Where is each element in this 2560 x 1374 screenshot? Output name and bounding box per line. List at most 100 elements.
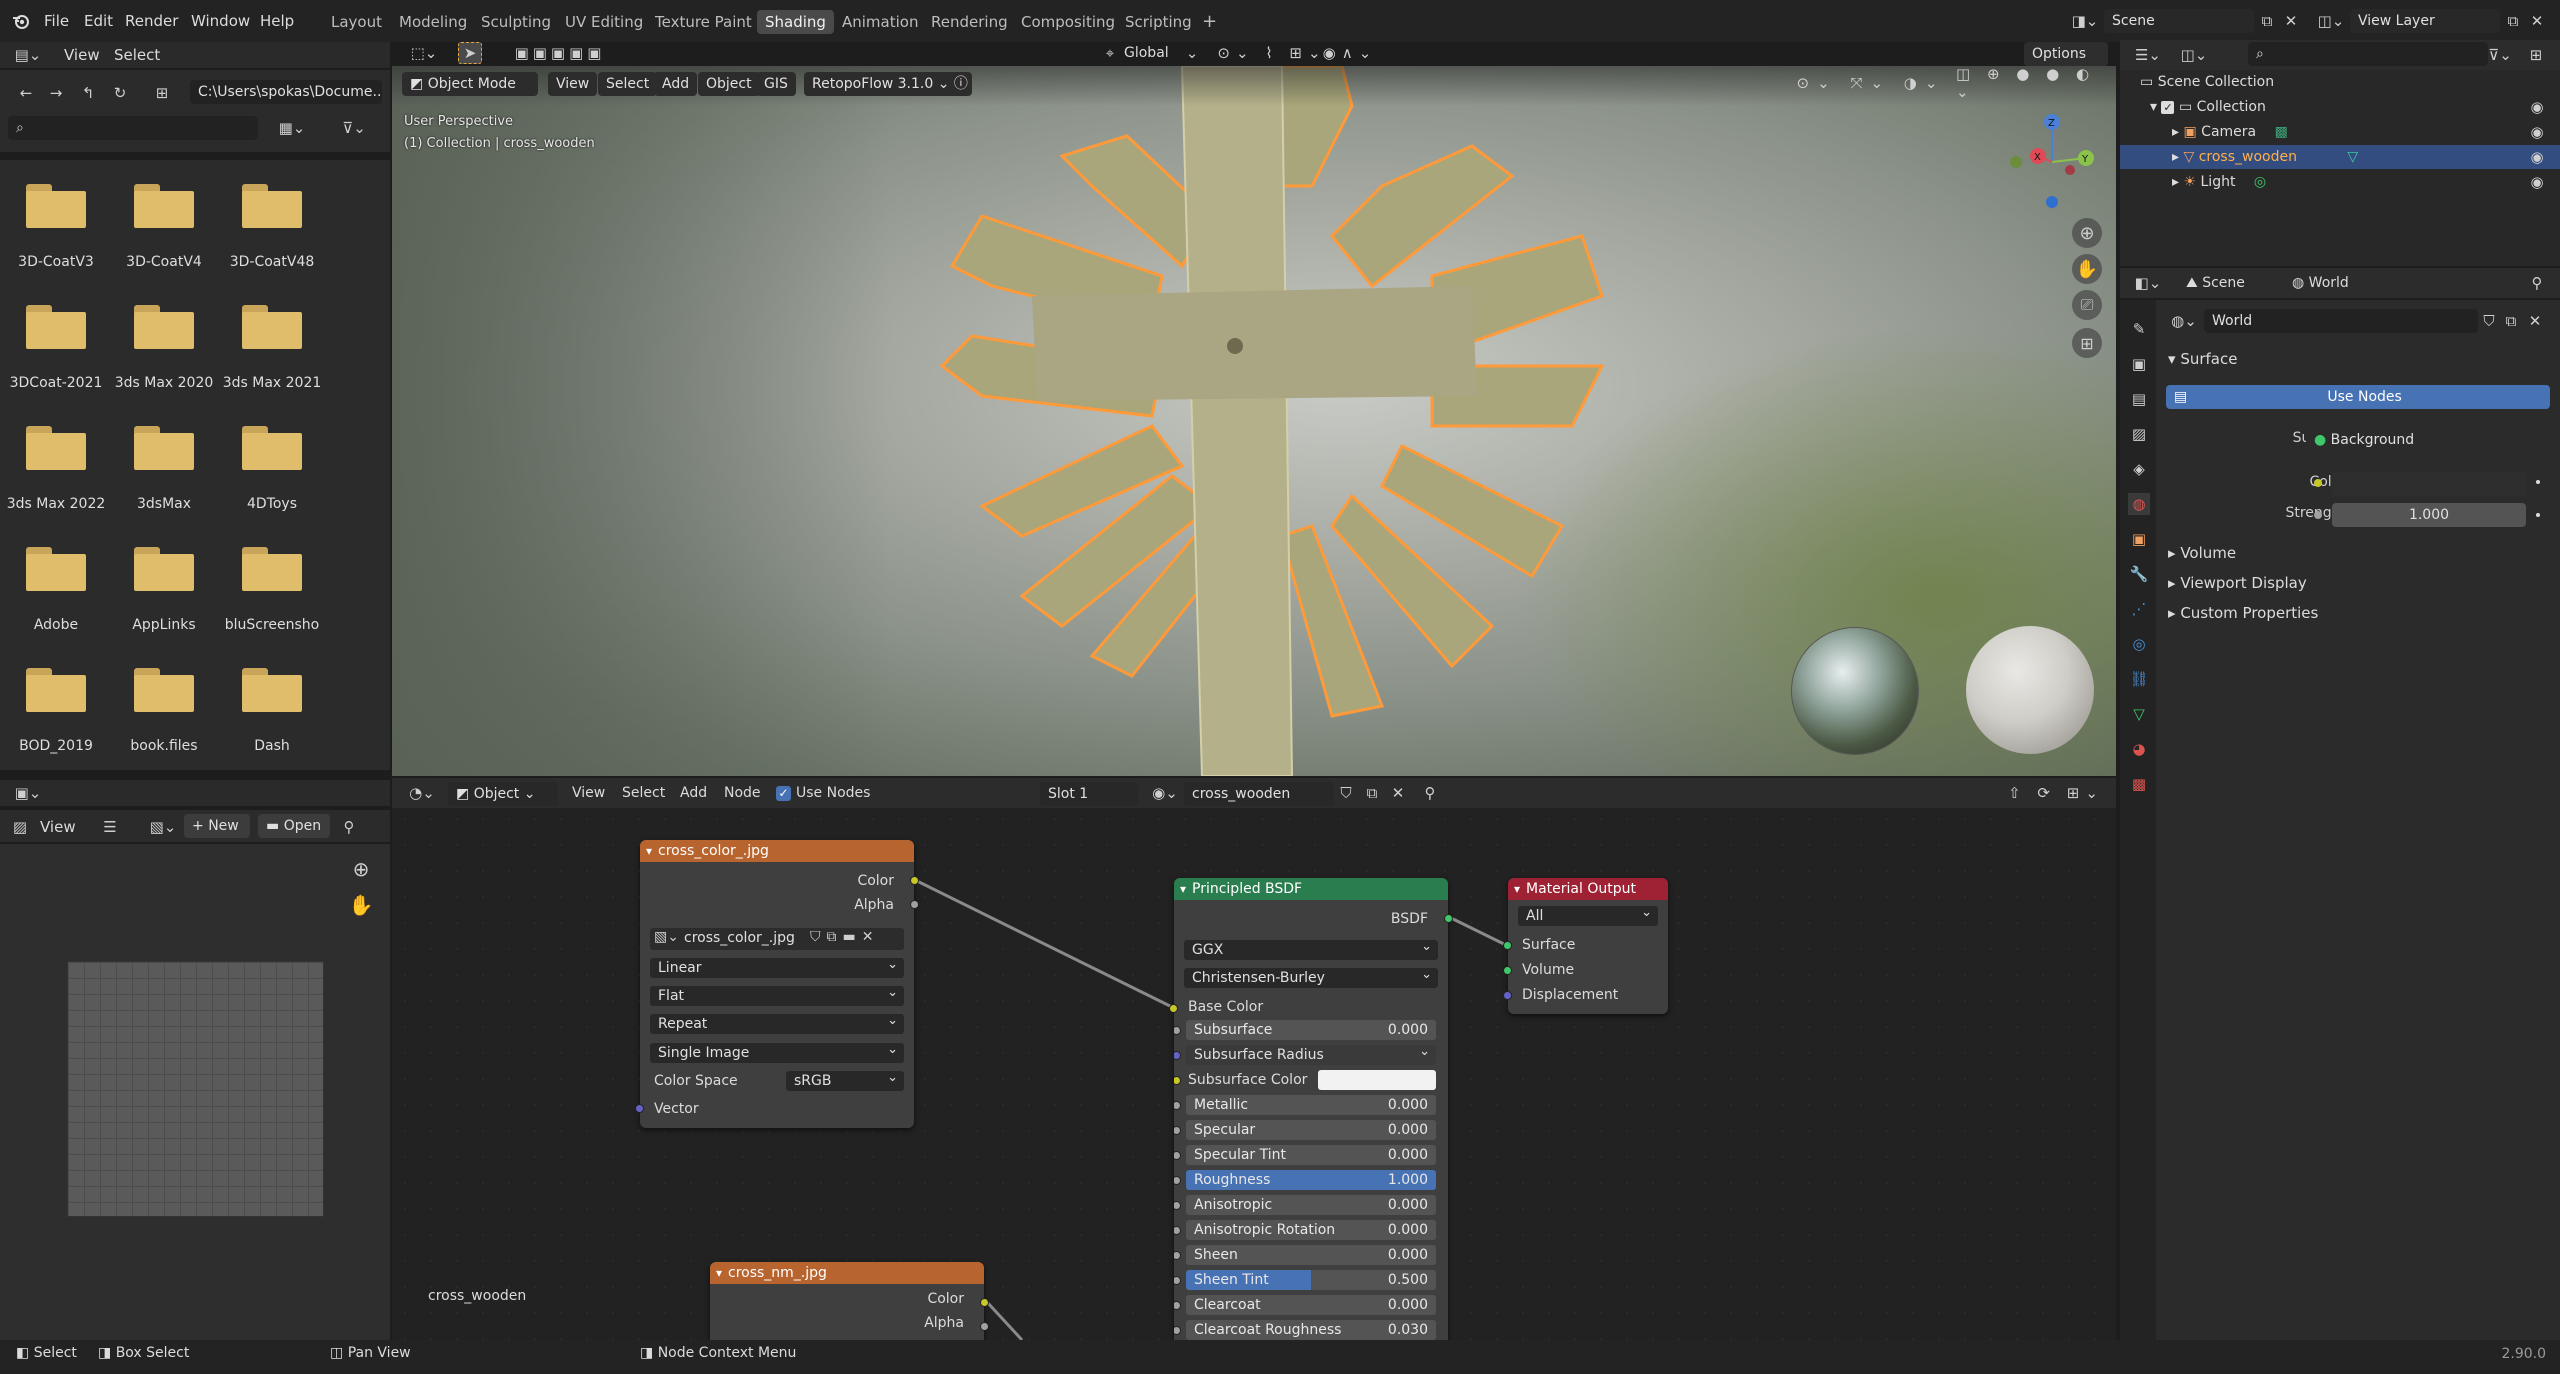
camera-row[interactable]: ▸ ▣ Camera ▩ [2172, 120, 2434, 144]
viewport-display-panel[interactable]: ▸ Viewport Display [2162, 570, 2313, 596]
particles-tab-icon[interactable]: ⋰ [2128, 598, 2150, 620]
subsurface-radius-dropdown[interactable]: Subsurface Radius [1186, 1042, 1436, 1065]
filter-icon[interactable]: ⊽⌄ [332, 116, 376, 140]
delete-view-layer-icon[interactable]: ✕ [2526, 10, 2548, 32]
roughness-field[interactable]: Roughness 1.000 [1186, 1170, 1436, 1190]
folder-icon[interactable] [26, 668, 86, 712]
ortho-toggle-icon[interactable]: ⊞ [2072, 328, 2102, 358]
extension-dropdown[interactable]: Repeat [650, 1011, 904, 1034]
transform-orientation-dropdown[interactable]: Global [1118, 40, 1175, 66]
editor-type-icon[interactable]: ▤⌄ [10, 44, 46, 66]
world-unlink-icon[interactable]: ✕ [2524, 310, 2546, 332]
tab-animation[interactable]: Animation [834, 10, 926, 34]
render-tab-icon[interactable]: ▣ [2128, 353, 2150, 375]
node-select-menu[interactable]: Select [616, 780, 671, 806]
open-image-button[interactable]: ▬ Open [258, 814, 330, 838]
path-field[interactable]: C:\Users\spokas\Docume... [190, 80, 382, 104]
surface-shader-field[interactable]: ● Background [2306, 428, 2526, 452]
clearcoat-field[interactable]: Clearcoat 0.000 [1186, 1295, 1436, 1315]
navigation-gizmo[interactable]: Z Y X [2000, 110, 2100, 210]
view-layer-icon[interactable]: ◫⌄ [2314, 10, 2348, 32]
physics-tab-icon[interactable]: ◎ [2128, 633, 2150, 655]
image-browse-icon[interactable]: ▧⌄ [146, 816, 180, 838]
folder-icon[interactable] [242, 547, 302, 591]
retopoflow-dropdown[interactable]: RetopoFlow 3.1.0 ⌄ ⓘ [804, 72, 972, 96]
sheen-field[interactable]: Sheen 0.000 [1186, 1245, 1436, 1265]
viewport-zoom-icon[interactable]: ⊕ [2072, 218, 2102, 248]
folder-icon[interactable] [26, 426, 86, 470]
distribution-dropdown[interactable]: GGX [1184, 937, 1438, 960]
data-tab-icon[interactable]: ▽ [2128, 703, 2150, 725]
checkbox-icon[interactable]: ✓ [2161, 101, 2175, 114]
fake-user-icon[interactable]: ⛉ [1334, 782, 1358, 804]
menu-window[interactable]: Window [185, 8, 256, 34]
interpolation-dropdown[interactable]: Linear [650, 955, 904, 978]
specular-field[interactable]: Specular 0.000 [1186, 1120, 1436, 1140]
nm-node-header[interactable]: cross_nm_.jpg [710, 1262, 984, 1284]
tab-rendering[interactable]: Rendering [923, 10, 1016, 34]
folder-icon[interactable] [242, 305, 302, 349]
tab-compositing[interactable]: Compositing [1013, 10, 1123, 34]
tab-modeling[interactable]: Modeling [391, 10, 475, 34]
viewport-shading-icons[interactable]: ◫ ⊕ ● ● ◐ ⌄ [1956, 65, 2106, 101]
new-image-button[interactable]: + New [184, 814, 250, 838]
file-search-input[interactable]: ⌕ [8, 116, 258, 140]
image-node-header[interactable]: cross_color_.jpg [640, 840, 914, 862]
clearcoat-roughness-socket[interactable] [1174, 1326, 1181, 1335]
tab-layout[interactable]: Layout [323, 10, 390, 34]
constraints-tab-icon[interactable]: ⛓ [2128, 668, 2150, 690]
folder-icon[interactable] [134, 668, 194, 712]
specular-socket[interactable] [1174, 1126, 1181, 1135]
hand-pan-icon[interactable]: ✋ [348, 892, 374, 918]
strength-field[interactable]: 1.000 [2332, 503, 2526, 527]
surface-panel-header[interactable]: ▾ Surface [2162, 346, 2243, 372]
image-alpha-socket[interactable] [910, 900, 919, 909]
viewport-3d[interactable] [392, 66, 2116, 776]
folder-icon[interactable] [26, 184, 86, 228]
scene-selector[interactable]: Scene [2104, 9, 2254, 33]
world-tab-icon[interactable]: ◍ [2128, 493, 2150, 515]
slot-dropdown[interactable]: Slot 1 [1040, 782, 1138, 806]
view-layer-selector[interactable]: View Layer [2350, 9, 2500, 33]
folder-icon[interactable] [134, 426, 194, 470]
specular-tint-field[interactable]: Specular Tint 0.000 [1186, 1145, 1436, 1165]
anisotropic-field[interactable]: Anisotropic 0.000 [1186, 1195, 1436, 1215]
folder-label[interactable]: 3ds Max 2021 [218, 375, 326, 391]
subsurface-color-swatch[interactable] [1318, 1070, 1436, 1090]
world-duplicate-icon[interactable]: ⧉ [2500, 310, 2522, 332]
node-node-menu[interactable]: Node [718, 780, 767, 806]
camera-visibility-icon[interactable]: ◉ [2526, 121, 2548, 143]
unlink-material-icon[interactable]: ✕ [1386, 782, 1410, 804]
new-collection-icon[interactable]: ⊞ [2524, 44, 2548, 66]
anisotropic-rotation-field[interactable]: Anisotropic Rotation 0.000 [1186, 1220, 1436, 1240]
subsurface-color-socket[interactable] [1174, 1076, 1181, 1085]
view-layer-tab-icon[interactable]: ▨ [2128, 423, 2150, 445]
cross-object[interactable] [912, 66, 1632, 776]
image-vector-socket[interactable] [635, 1104, 644, 1113]
tool-tab-icon[interactable]: ✎ [2128, 318, 2150, 340]
material-name-field[interactable]: cross_wooden [1184, 782, 1334, 806]
bsdf-node-header[interactable]: Principled BSDF [1174, 878, 1448, 900]
sheen-tint-field[interactable]: Sheen Tint 0.500 [1186, 1270, 1436, 1290]
folder-label[interactable]: 3ds Max 2022 [2, 496, 110, 512]
world-name-field[interactable]: World [2204, 309, 2478, 333]
tab-uv-editing[interactable]: UV Editing [557, 10, 651, 34]
folder-label[interactable]: 3D-CoatV3 [2, 254, 110, 270]
folder-icon[interactable] [134, 305, 194, 349]
tab-sculpting[interactable]: Sculpting [473, 10, 559, 34]
projection-dropdown[interactable]: Flat [650, 983, 904, 1006]
metallic-field[interactable]: Metallic 0.000 [1186, 1095, 1436, 1115]
anisotropic-rotation-socket[interactable] [1174, 1226, 1181, 1235]
tab-shading[interactable]: Shading [757, 10, 834, 34]
tab-texture-paint[interactable]: Texture Paint [647, 10, 760, 34]
image-selector[interactable]: ▧⌄ cross_color_.jpg ⛉⧉▬✕ [650, 928, 904, 950]
node-pin-icon[interactable]: ⚲ [1418, 782, 1442, 804]
viewport-add-menu[interactable]: Add [654, 72, 698, 96]
anisotropic-socket[interactable] [1174, 1201, 1181, 1210]
principled-bsdf-node[interactable]: Principled BSDF BSDF GGX Christensen-Bur… [1174, 878, 1448, 1340]
folder-label[interactable]: 4DToys [218, 496, 326, 512]
use-nodes-checkbox[interactable]: ✓ [776, 786, 791, 801]
camera-view-icon[interactable]: ⎚ [2072, 290, 2102, 320]
folder-label[interactable]: 3dsMax [110, 496, 218, 512]
normal-map-image-node[interactable]: cross_nm_.jpg Color Alpha [710, 1262, 984, 1340]
